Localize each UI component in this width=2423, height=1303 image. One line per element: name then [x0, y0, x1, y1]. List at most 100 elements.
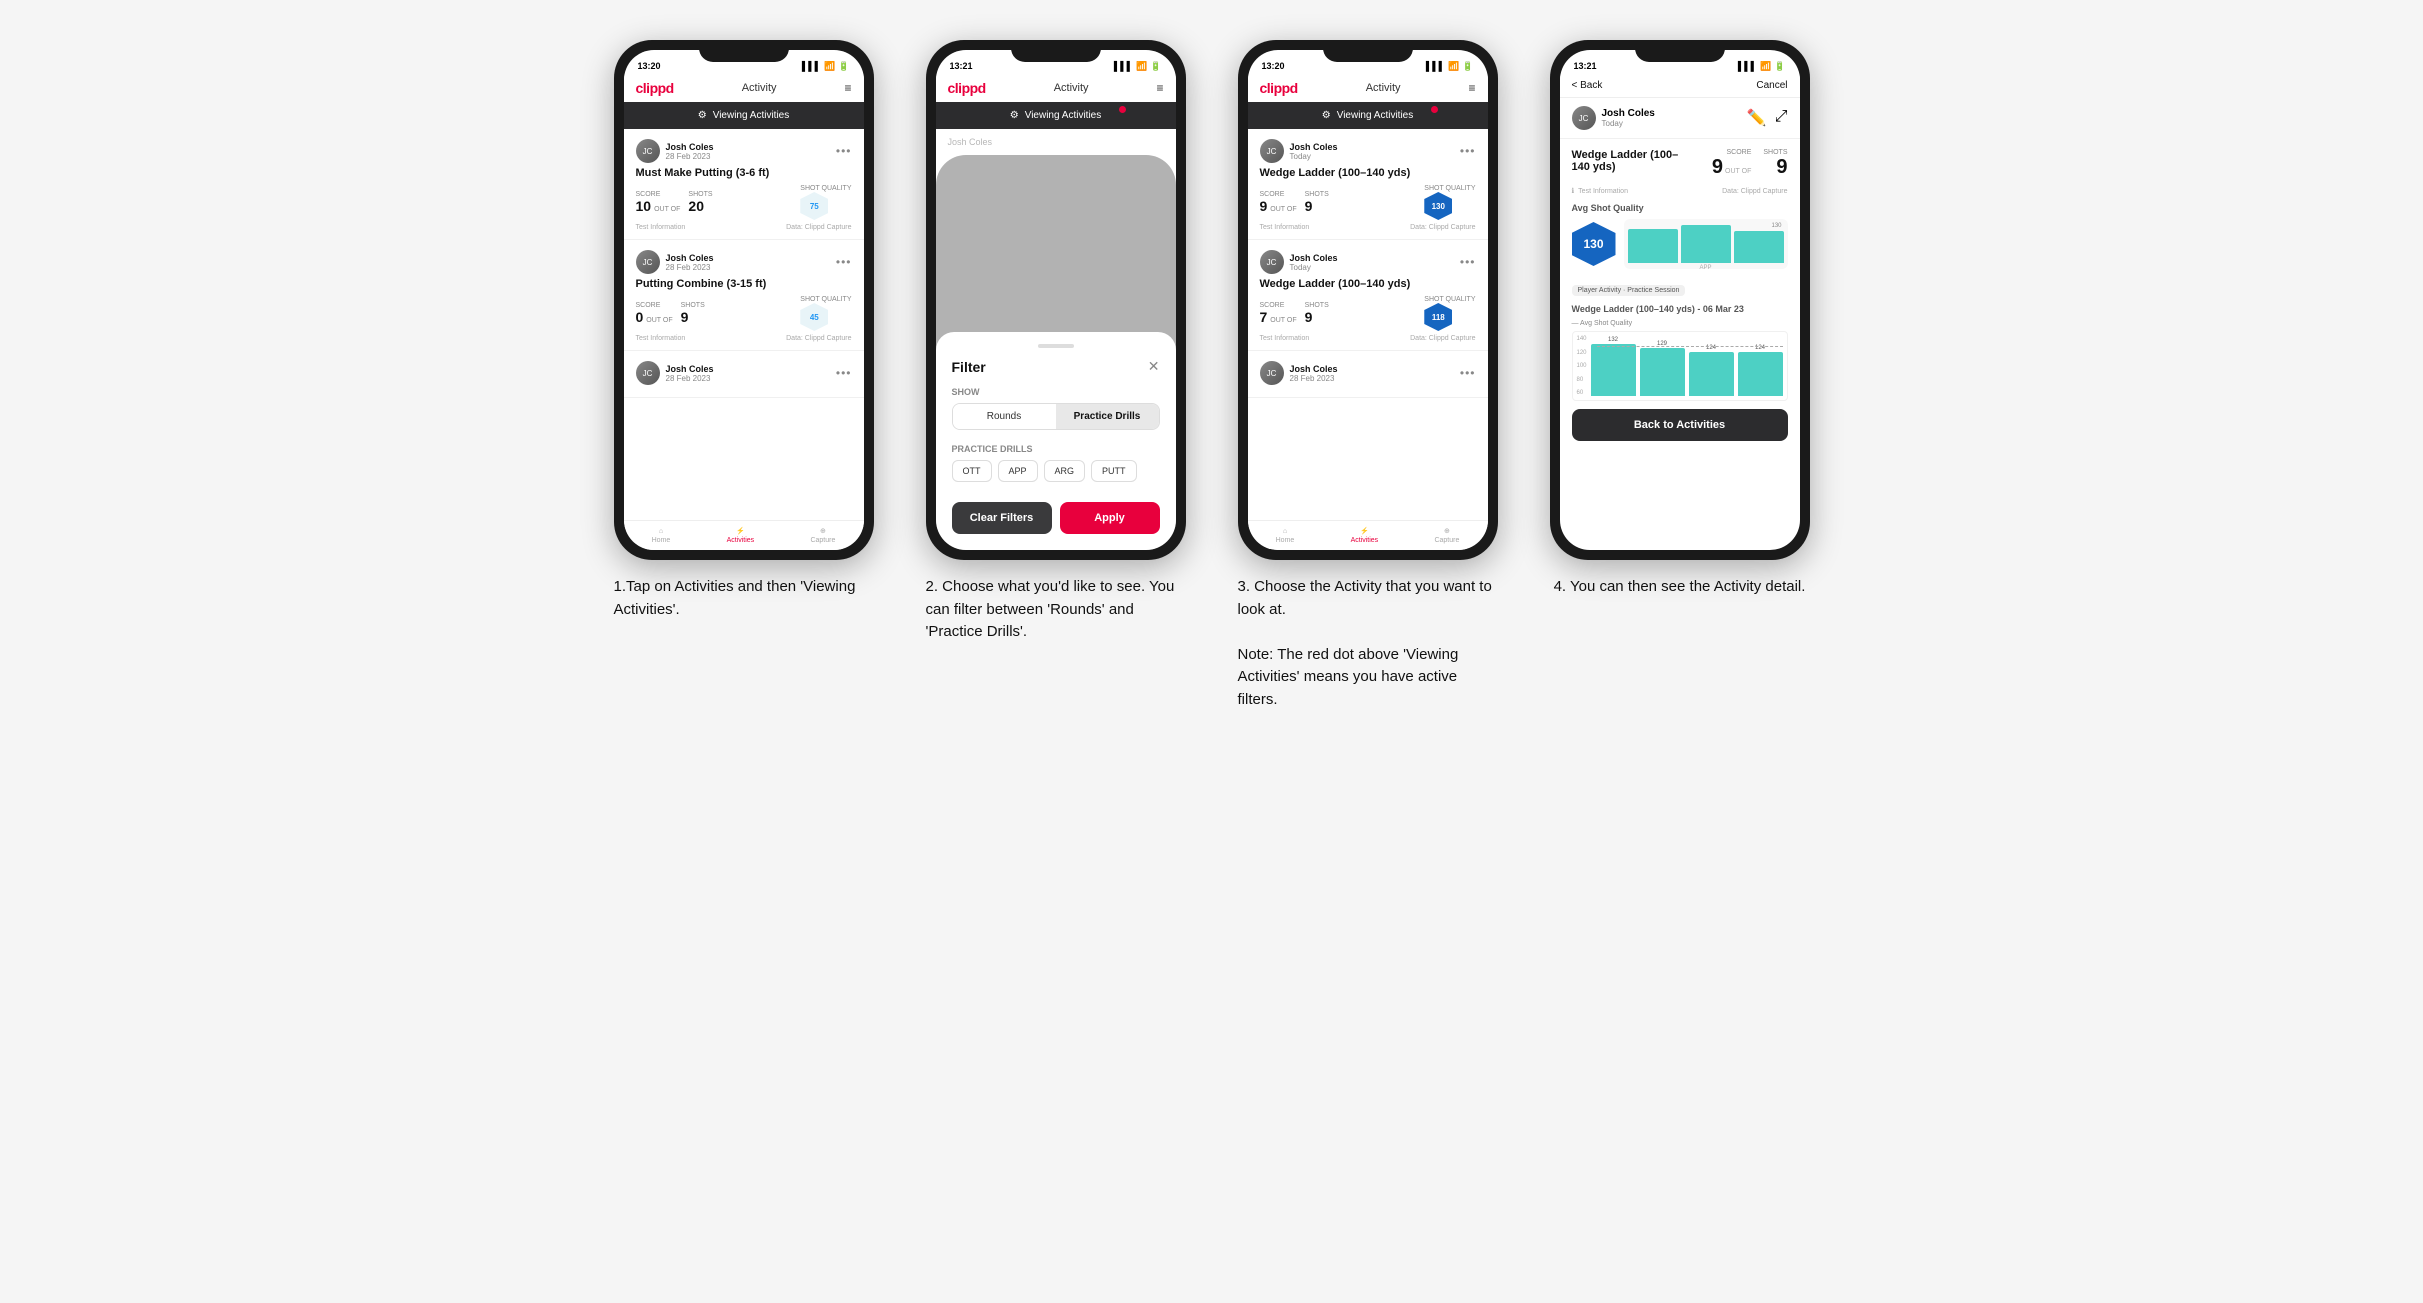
sq-badge-1-2: 45 — [800, 303, 828, 331]
app-title-3: Activity — [1366, 82, 1401, 94]
apply-button-2[interactable]: Apply — [1060, 502, 1160, 534]
mini-bar-2 — [1681, 225, 1731, 263]
activity-card-1-3[interactable]: JC Josh Coles 28 Feb 2023 ••• — [624, 351, 864, 398]
user-date-1-1: 28 Feb 2023 — [666, 152, 714, 161]
wifi-icon-2: 📶 — [1136, 61, 1147, 72]
drill-putt-2[interactable]: PUTT — [1091, 460, 1137, 482]
shots-value-1-2: 9 — [681, 309, 705, 325]
toggle-group-2: Rounds Practice Drills — [952, 403, 1160, 430]
footer-left-1-1: Test Information — [636, 224, 686, 231]
more-dots-1-3[interactable]: ••• — [836, 366, 852, 380]
wifi-icon-3: 📶 — [1448, 61, 1459, 72]
home-icon-1: ⌂ — [659, 528, 663, 535]
nav-home-label-1: Home — [652, 537, 671, 544]
detail-user-4: JC Josh Coles Today — [1572, 106, 1655, 130]
caption-2: 2. Choose what you'd like to see. You ca… — [926, 576, 1186, 644]
nav-activities-label-3: Activities — [1351, 537, 1379, 544]
edit-icon-4[interactable]: ✏️ — [1747, 108, 1767, 128]
out-of-3-1: OUT OF — [1270, 206, 1296, 213]
user-info-3-2: Josh Coles Today — [1290, 253, 1338, 272]
out-of-1-2: OUT OF — [646, 317, 672, 324]
menu-icon-3[interactable]: ≡ — [1468, 81, 1475, 95]
shots-group-1-1: Shots 20 — [688, 191, 712, 214]
dashed-line-4 — [1597, 346, 1783, 347]
score-group-1-1: Score 10 OUT OF — [636, 191, 681, 214]
bar-value-1-4: 132 — [1608, 337, 1618, 343]
activity-card-3-1[interactable]: JC Josh Coles Today ••• Wedge Ladder (10… — [1248, 129, 1488, 240]
user-date-1-3: 28 Feb 2023 — [666, 374, 714, 383]
bar-4-4 — [1738, 352, 1783, 396]
bar-3-4 — [1689, 352, 1734, 396]
back-activities-button-4[interactable]: Back to Activities — [1572, 409, 1788, 441]
avg-shot-quality-title-4: Avg Shot Quality — [1572, 203, 1788, 213]
shots-label-3-1: Shots — [1305, 191, 1329, 198]
bar-col-4-4: 124 — [1738, 345, 1783, 396]
nav-capture-1[interactable]: ⊕ Capture — [810, 527, 835, 544]
shots-label-1-2: Shots — [681, 302, 705, 309]
activity-card-3-3[interactable]: JC Josh Coles 28 Feb 2023 ••• — [1248, 351, 1488, 398]
shots-group-1-2: Shots 9 — [681, 302, 705, 325]
activity-card-1-2[interactable]: JC Josh Coles 28 Feb 2023 ••• Putting Co… — [624, 240, 864, 351]
more-dots-3-1[interactable]: ••• — [1460, 144, 1476, 158]
avatar-1-1: JC — [636, 139, 660, 163]
clear-filters-button-2[interactable]: Clear Filters — [952, 502, 1052, 534]
card-user-1-3: JC Josh Coles 28 Feb 2023 — [636, 361, 714, 385]
sq-label-3-2: Shot Quality — [1424, 296, 1475, 303]
score-value-1-1: 10 — [636, 198, 652, 214]
menu-icon-2[interactable]: ≡ — [1156, 81, 1163, 95]
nav-activities-label-1: Activities — [727, 537, 755, 544]
sq-label-1-2: Shot Quality — [800, 296, 851, 303]
menu-icon-1[interactable]: ≡ — [844, 81, 851, 95]
big-hexagon-4: 130 — [1572, 222, 1616, 266]
detail-score-section-4: Score 9 OUT OF — [1712, 149, 1751, 179]
back-button-4[interactable]: < Back — [1572, 80, 1603, 91]
more-dots-3-3[interactable]: ••• — [1460, 366, 1476, 380]
more-dots-1-2[interactable]: ••• — [836, 255, 852, 269]
viewing-banner-3[interactable]: ⚙ Viewing Activities — [1248, 102, 1488, 129]
card-title-1-1: Must Make Putting (3-6 ft) — [636, 167, 852, 179]
nav-capture-label-1: Capture — [810, 537, 835, 544]
drill-app-2[interactable]: APP — [998, 460, 1038, 482]
user-info-1-1: Josh Coles 28 Feb 2023 — [666, 142, 714, 161]
battery-icon-1: 🔋 — [838, 61, 849, 72]
app-header-2: clippd Activity ≡ — [936, 74, 1176, 102]
activity-card-1-1[interactable]: JC Josh Coles 28 Feb 2023 ••• Must Make … — [624, 129, 864, 240]
nav-activities-3[interactable]: ⚡ Activities — [1351, 527, 1379, 544]
nav-home-3[interactable]: ⌂ Home — [1276, 528, 1295, 544]
phone-4: 13:21 ▌▌▌ 📶 🔋 < Back Cancel — [1550, 40, 1810, 560]
footer-left-3-1: Test Information — [1260, 224, 1310, 231]
nav-capture-3[interactable]: ⊕ Capture — [1434, 527, 1459, 544]
signal-icon-1: ▌▌▌ — [802, 61, 821, 71]
score-group-1-2: Score 0 OUT OF — [636, 302, 673, 325]
more-dots-1-1[interactable]: ••• — [836, 144, 852, 158]
toggle-practice-2[interactable]: Practice Drills — [1056, 404, 1159, 429]
activities-icon-1: ⚡ — [736, 527, 745, 535]
bar-col-3-4: 124 — [1689, 345, 1734, 396]
phone-1-content: 13:20 ▌▌▌ 📶 🔋 clippd Activity ≡ — [624, 50, 864, 550]
close-button-2[interactable]: ✕ — [1148, 358, 1160, 375]
notch-3 — [1323, 40, 1413, 62]
viewing-banner-2[interactable]: ⚙ Viewing Activities — [936, 102, 1176, 129]
drill-ott-2[interactable]: OTT — [952, 460, 992, 482]
toggle-rounds-2[interactable]: Rounds — [953, 404, 1056, 429]
cancel-button-4[interactable]: Cancel — [1756, 80, 1787, 91]
detail-body-4: Wedge Ladder (100–140 yds) Score 9 OUT O… — [1560, 139, 1800, 550]
shots-label-3-2: Shots — [1305, 302, 1329, 309]
phone-2: 13:21 ▌▌▌ 📶 🔋 clippd Activity ≡ — [926, 40, 1186, 560]
nav-home-1[interactable]: ⌂ Home — [652, 528, 671, 544]
user-info-3-1: Josh Coles Today — [1290, 142, 1338, 161]
viewing-banner-1[interactable]: ⚙ Viewing Activities — [624, 102, 864, 129]
detail-title-row-4: Wedge Ladder (100–140 yds) Score 9 OUT O… — [1572, 149, 1788, 179]
activities-icon-3: ⚡ — [1360, 527, 1369, 535]
detail-info-row-4: ℹ Test Information Data: Clippd Capture — [1572, 187, 1788, 195]
expand-icon-4[interactable]: ⤢ — [1775, 108, 1788, 128]
nav-activities-1[interactable]: ⚡ Activities — [727, 527, 755, 544]
more-dots-3-2[interactable]: ••• — [1460, 255, 1476, 269]
user-date-3-2: Today — [1290, 263, 1338, 272]
drill-arg-2[interactable]: ARG — [1044, 460, 1086, 482]
activity-card-3-2[interactable]: JC Josh Coles Today ••• Wedge Ladder (10… — [1248, 240, 1488, 351]
card-user-3-2: JC Josh Coles Today — [1260, 250, 1338, 274]
battery-icon-2: 🔋 — [1150, 61, 1161, 72]
card-footer-3-2: Test Information Data: Clippd Capture — [1260, 335, 1476, 342]
app-logo-3: clippd — [1260, 80, 1298, 96]
